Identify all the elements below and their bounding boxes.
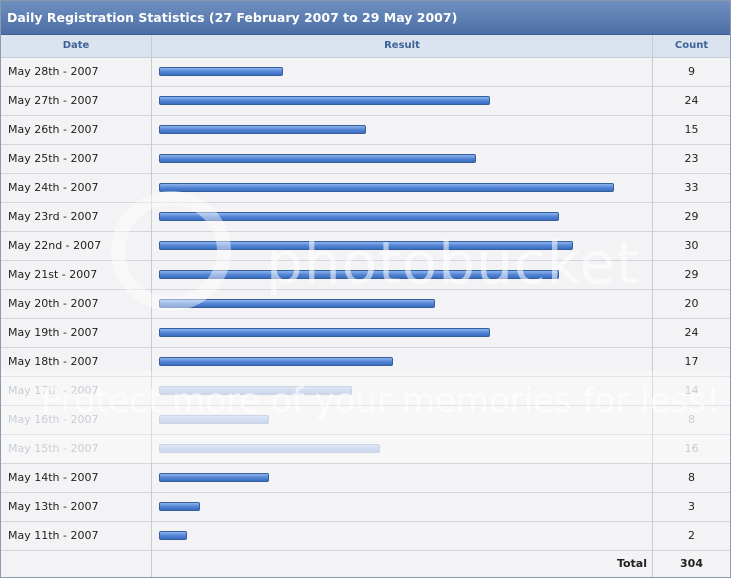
table-row: May 24th - 2007 33 — [1, 174, 730, 203]
table-row: May 27th - 2007 24 — [1, 87, 730, 116]
date-cell: May 17th - 2007 — [8, 384, 99, 397]
total-row: Total 304 — [1, 551, 730, 577]
result-bar — [159, 444, 380, 453]
total-value: 304 — [680, 557, 703, 570]
count-cell: 20 — [684, 297, 699, 310]
count-cell: 17 — [684, 355, 699, 368]
result-bar — [159, 183, 614, 192]
table-row: May 14th - 2007 8 — [1, 464, 730, 493]
date-cell: May 26th - 2007 — [8, 123, 99, 136]
total-label: Total — [616, 557, 647, 570]
result-bar — [159, 67, 283, 76]
date-cell: May 27th - 2007 — [8, 94, 99, 107]
date-cell: May 22nd - 2007 — [8, 239, 102, 252]
count-cell: 29 — [684, 268, 699, 281]
count-cell: 14 — [684, 384, 699, 397]
result-bar — [159, 241, 573, 250]
result-bar — [159, 270, 559, 279]
column-header-count: Count — [653, 35, 730, 58]
table-row: May 16th - 2007 8 — [1, 406, 730, 435]
table-row: May 19th - 2007 24 — [1, 319, 730, 348]
table-row: May 15th - 2007 16 — [1, 435, 730, 464]
count-cell: 8 — [688, 471, 695, 484]
result-bar — [159, 154, 476, 163]
result-bar — [159, 386, 352, 395]
column-divider — [652, 35, 653, 577]
count-cell: 29 — [684, 210, 699, 223]
table-row: May 25th - 2007 23 — [1, 145, 730, 174]
result-bar — [159, 357, 393, 366]
date-cell: May 13th - 2007 — [8, 500, 99, 513]
date-cell: May 23rd - 2007 — [8, 210, 99, 223]
column-header-result: Result — [152, 35, 652, 58]
result-bar — [159, 531, 187, 540]
result-bar — [159, 502, 200, 511]
table-title: Daily Registration Statistics (27 Februa… — [7, 10, 458, 25]
date-cell: May 28th - 2007 — [8, 65, 99, 78]
table-row: May 23rd - 2007 29 — [1, 203, 730, 232]
count-cell: 33 — [684, 181, 699, 194]
count-cell: 24 — [684, 326, 699, 339]
count-cell: 30 — [684, 239, 699, 252]
count-cell: 2 — [688, 529, 695, 542]
result-bar — [159, 96, 490, 105]
date-cell: May 24th - 2007 — [8, 181, 99, 194]
result-bar — [159, 125, 366, 134]
date-cell: May 20th - 2007 — [8, 297, 99, 310]
date-cell: May 21st - 2007 — [8, 268, 98, 281]
table-row: May 26th - 2007 15 — [1, 116, 730, 145]
date-cell: May 25th - 2007 — [8, 152, 99, 165]
table-row: May 11th - 2007 2 — [1, 522, 730, 551]
table-row: May 21st - 2007 29 — [1, 261, 730, 290]
table-row: May 17th - 2007 14 — [1, 377, 730, 406]
column-divider — [151, 35, 152, 577]
table-row: May 22nd - 2007 30 — [1, 232, 730, 261]
count-cell: 3 — [688, 500, 695, 513]
table-title-bar: Daily Registration Statistics (27 Februa… — [1, 1, 730, 35]
date-cell: May 15th - 2007 — [8, 442, 99, 455]
date-cell: May 14th - 2007 — [8, 471, 99, 484]
count-cell: 15 — [684, 123, 699, 136]
count-cell: 23 — [684, 152, 699, 165]
date-cell: May 18th - 2007 — [8, 355, 99, 368]
result-bar — [159, 415, 269, 424]
count-cell: 16 — [684, 442, 699, 455]
stats-table: Daily Registration Statistics (27 Februa… — [0, 0, 731, 578]
result-bar — [159, 212, 559, 221]
table-row: May 18th - 2007 17 — [1, 348, 730, 377]
count-cell: 9 — [688, 65, 695, 78]
date-cell: May 11th - 2007 — [8, 529, 99, 542]
count-cell: 24 — [684, 94, 699, 107]
table-row: May 28th - 2007 9 — [1, 58, 730, 87]
result-bar — [159, 473, 269, 482]
table-row: May 13th - 2007 3 — [1, 493, 730, 522]
date-cell: May 19th - 2007 — [8, 326, 99, 339]
column-header-date: Date — [1, 35, 151, 58]
date-cell: May 16th - 2007 — [8, 413, 99, 426]
result-bar — [159, 328, 490, 337]
table-row: May 20th - 2007 20 — [1, 290, 730, 319]
result-bar — [159, 299, 435, 308]
count-cell: 8 — [688, 413, 695, 426]
